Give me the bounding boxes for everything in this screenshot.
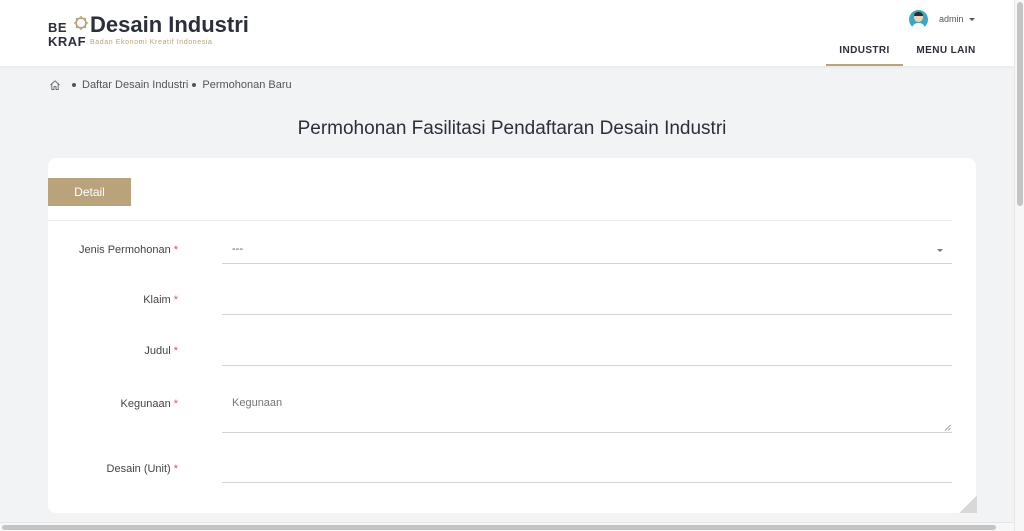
form-row-judul: Judul *: [48, 341, 952, 367]
user-menu[interactable]: admin: [909, 9, 975, 29]
form-row-desain-unit: Desain (Unit) *: [48, 459, 952, 485]
app-logo[interactable]: BE KRAF Desain Industri Badan Ekonomi Kr…: [48, 12, 249, 52]
user-avatar[interactable]: [909, 9, 928, 29]
scrollbar-thumb[interactable]: [1017, 2, 1023, 206]
logo-be-text: BE: [48, 20, 68, 35]
bekraf-logo-mark: BE KRAF: [48, 12, 90, 49]
home-icon[interactable]: [49, 79, 61, 91]
field-label: Jenis Permohonan *: [78, 244, 178, 256]
form-row-kegunaan: Kegunaan *: [48, 394, 952, 434]
page-corner-fold: [959, 495, 977, 513]
select-value: ---: [232, 243, 243, 255]
tab-detail[interactable]: Detail: [48, 178, 131, 206]
jenis-permohonan-select[interactable]: ---: [222, 240, 952, 264]
breadcrumb-item-permohonan-baru: Permohonan Baru: [202, 79, 292, 91]
breadcrumb-separator: [192, 83, 197, 87]
page-title: Permohonan Fasilitasi Pendaftaran Desain…: [297, 118, 727, 139]
app-title: Desain Industri: [90, 12, 249, 37]
top-header: BE KRAF Desain Industri Badan Ekonomi Kr…: [0, 0, 1014, 66]
breadcrumb-item-daftar[interactable]: Daftar Desain Industri: [82, 79, 188, 91]
field-label: Desain (Unit) *: [106, 463, 178, 475]
divider: [48, 220, 952, 221]
klaim-input-wrap: [222, 290, 952, 315]
user-name[interactable]: admin: [939, 14, 964, 24]
form-card: Detail Jenis Permohonan * --- Klaim * Judu…: [48, 158, 976, 513]
desain-unit-input[interactable]: [222, 459, 952, 482]
kegunaan-textarea-wrap: [222, 394, 952, 433]
judul-input[interactable]: [222, 341, 952, 365]
kegunaan-textarea[interactable]: [222, 394, 952, 432]
nav-item-industri[interactable]: INDUSTRI: [826, 40, 903, 66]
logo-text: Desain Industri Badan Ekonomi Kreatif In…: [90, 12, 249, 46]
klaim-input[interactable]: [222, 290, 952, 314]
vertical-scrollbar[interactable]: [1014, 0, 1024, 531]
resize-grip-icon[interactable]: [944, 424, 951, 431]
form-row-klaim: Klaim *: [48, 290, 952, 316]
nav-item-menu-lain[interactable]: MENU LAIN: [906, 40, 986, 66]
field-label: Kegunaan *: [120, 398, 178, 410]
breadcrumb: Daftar Desain Industri Permohonan Baru: [49, 79, 292, 91]
app-subtitle: Badan Ekonomi Kreatif Indonesia: [90, 39, 213, 46]
logo-kraf-text: KRAF: [48, 34, 87, 49]
judul-input-wrap: [222, 341, 952, 366]
horizontal-scrollbar[interactable]: [0, 522, 1014, 531]
logo-star-icon: [73, 15, 89, 31]
chevron-down-icon: [937, 249, 943, 252]
chevron-down-icon[interactable]: [968, 17, 975, 21]
field-label: Klaim *: [143, 294, 178, 306]
breadcrumb-separator: [72, 83, 76, 87]
form-row-jenis-permohonan: Jenis Permohonan * ---: [48, 240, 952, 266]
desain-unit-input-wrap: [222, 459, 952, 483]
field-label: Judul *: [144, 345, 178, 357]
scrollbar-thumb[interactable]: [2, 525, 996, 530]
